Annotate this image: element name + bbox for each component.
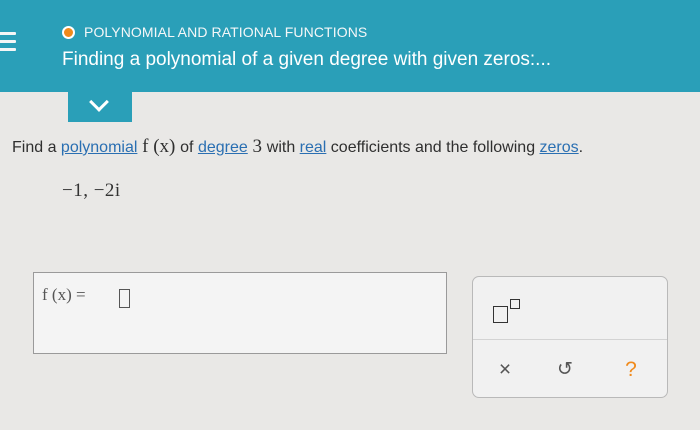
progress-status-icon bbox=[62, 25, 75, 39]
help-icon[interactable]: ? bbox=[619, 359, 643, 381]
fx-math: f (x) bbox=[137, 136, 181, 157]
header-bar: POLYNOMIAL AND RATIONAL FUNCTIONS Findin… bbox=[0, 0, 700, 92]
real-link[interactable]: real bbox=[300, 139, 327, 156]
topic-row: POLYNOMIAL AND RATIONAL FUNCTIONS bbox=[62, 22, 367, 42]
zeros-list: −1, −2i bbox=[62, 180, 121, 201]
chevron-down-icon bbox=[89, 92, 109, 112]
superscript-template-icon[interactable] bbox=[489, 295, 529, 329]
expand-toggle[interactable] bbox=[68, 92, 132, 122]
question-text: Find a polynomial f (x) of degree 3 with… bbox=[12, 136, 584, 157]
topic-label: POLYNOMIAL AND RATIONAL FUNCTIONS bbox=[84, 24, 368, 40]
degree-link[interactable]: degree bbox=[198, 139, 248, 156]
answer-label: f (x) = bbox=[42, 285, 86, 304]
menu-icon[interactable] bbox=[0, 30, 16, 54]
answer-slot[interactable] bbox=[119, 289, 130, 308]
math-tool-panel: × ↺ ? bbox=[472, 276, 668, 398]
polynomial-link[interactable]: polynomial bbox=[61, 139, 137, 156]
zeros-link[interactable]: zeros bbox=[540, 139, 579, 156]
clear-icon[interactable]: × bbox=[493, 359, 517, 381]
tool-divider bbox=[473, 339, 667, 340]
degree-value: 3 bbox=[247, 136, 267, 157]
page-title: Finding a polynomial of a given degree w… bbox=[62, 49, 551, 70]
undo-icon[interactable]: ↺ bbox=[553, 359, 577, 381]
answer-input[interactable]: f (x) = bbox=[33, 272, 447, 354]
